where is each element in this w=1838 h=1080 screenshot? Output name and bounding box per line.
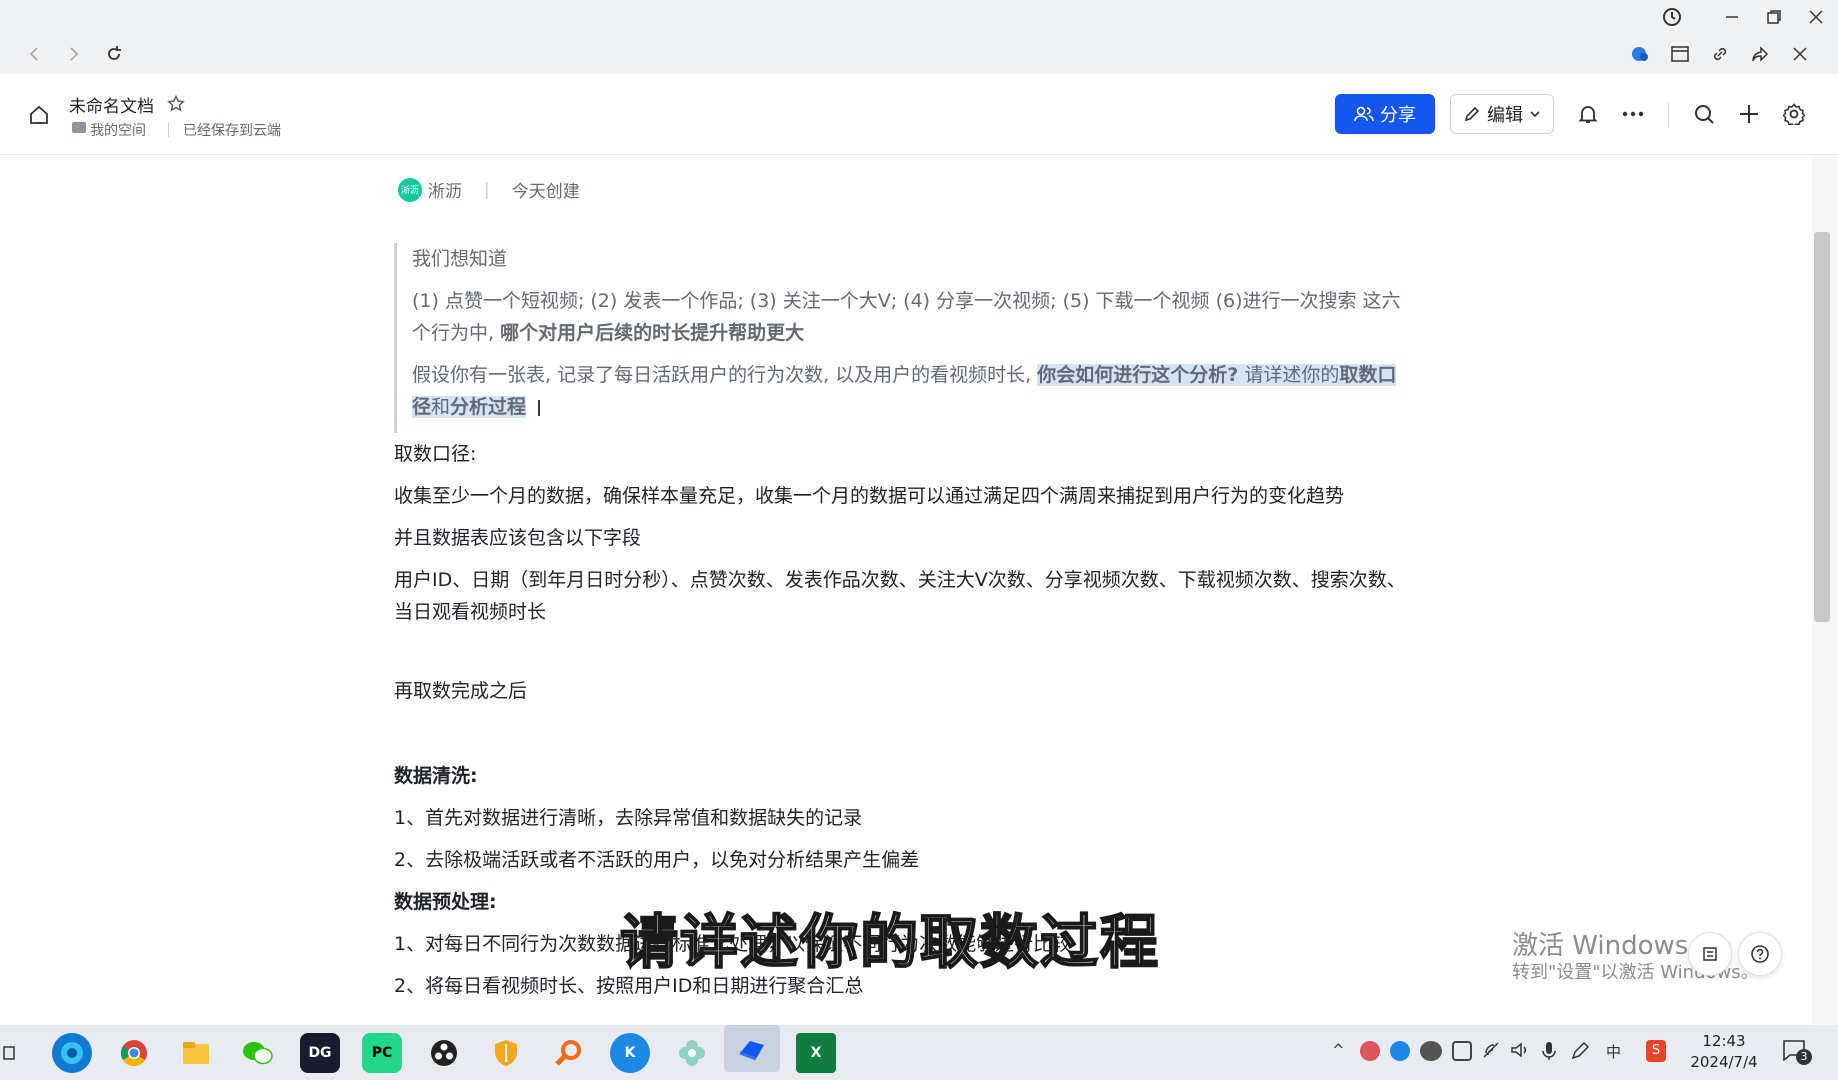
author-name[interactable]: 淅沥 [428,177,462,202]
minimize-icon[interactable] [1716,4,1748,30]
window-icon[interactable] [1666,40,1694,68]
reload-icon[interactable] [100,40,128,68]
save-status: 已经保存到云端 [183,123,281,139]
outline-icon[interactable] [1688,932,1732,976]
history-icon[interactable] [1656,4,1688,30]
tray-k-icon[interactable] [1390,1041,1410,1061]
clock-time: 12:43 [1702,1032,1746,1050]
chevron-down-icon [1530,111,1540,118]
divider [1668,102,1669,128]
clock-date: 2024/7/4 [1690,1053,1758,1071]
close-icon[interactable] [1800,4,1832,30]
k-app-icon[interactable]: K [610,1033,650,1073]
help-icon[interactable] [1738,932,1782,976]
paragraph[interactable]: 1、首先对数据进行清晰，去除异常值和数据缺失的记录 [394,802,1414,834]
volume-icon[interactable] [1510,1041,1530,1063]
pen-icon[interactable] [1570,1041,1590,1065]
chevron-up-icon[interactable]: ^ [1332,1041,1345,1059]
quote-line-1: 我们想知道 [412,248,508,270]
tray-app-icon[interactable] [1360,1041,1380,1061]
home-icon[interactable] [24,100,54,130]
copilot-icon[interactable] [1626,40,1654,68]
task-view-icon[interactable] [0,1033,20,1073]
system-clock[interactable]: 12:43 2024/7/4 [1690,1031,1758,1073]
nav-bar [0,34,1838,74]
created-label: 今天创建 [511,182,580,202]
file-explorer-icon[interactable] [176,1033,216,1073]
edit-label: 编辑 [1487,105,1523,126]
title-bar [0,0,1838,34]
back-icon[interactable] [20,40,48,68]
settings-icon[interactable] [1776,96,1812,132]
scrollbar-thumb[interactable] [1814,232,1830,622]
pycharm-icon[interactable]: PC [362,1033,402,1073]
chrome-icon[interactable] [114,1033,154,1073]
shield-app-icon[interactable] [486,1033,526,1073]
document-title[interactable]: 未命名文档 [69,92,154,117]
flower-app-icon[interactable] [672,1033,712,1073]
more-icon[interactable] [1615,96,1651,132]
video-subtitle: 请详述你的取数过程 [619,907,1161,977]
notification-icon[interactable]: 3 [1782,1039,1812,1065]
edit-button[interactable]: 编辑 [1450,94,1554,134]
paragraph[interactable]: 并且数据表应该包含以下字段 [394,522,1414,554]
section-heading[interactable]: 数据清洗: [394,760,1414,792]
star-icon[interactable] [164,92,188,116]
paragraph[interactable]: 再取数完成之后 [394,675,1414,707]
document-header: 未命名文档 我的空间 已经保存到云端 分享 编辑 [0,74,1838,155]
close-tab-icon[interactable] [1786,40,1814,68]
feishu-icon[interactable] [724,1025,780,1072]
davinci-icon[interactable] [424,1033,464,1073]
paragraph[interactable]: 取数口径: [394,438,1414,470]
plus-icon[interactable] [1731,96,1767,132]
quote-line-2: (1) 点赞一个短视频; (2) 发表一个作品; (3) 关注一个大V; (4)… [412,290,1401,344]
bell-icon[interactable] [1570,96,1606,132]
text-cursor-icon [538,399,541,416]
sogou-icon[interactable]: S [1646,1040,1666,1062]
avatar[interactable]: 淅沥 [398,177,422,202]
edge-icon[interactable] [52,1033,92,1073]
search-icon[interactable] [1686,96,1722,132]
paragraph[interactable]: 2、去除极端活跃或者不活跃的用户，以免对分析结果产生偏差 [394,844,1414,876]
folder-icon [72,122,86,133]
wifi-icon[interactable] [1482,1041,1502,1063]
doc-meta: 淅沥 淅沥 | 今天创建 [398,177,580,202]
notification-badge: 3 [1796,1049,1812,1065]
microphone-icon[interactable] [1542,1041,1556,1065]
share-button[interactable]: 分享 [1335,94,1435,134]
forward-share-icon[interactable] [1746,40,1774,68]
link-icon[interactable] [1706,40,1734,68]
taskbar: DG PC K X ^ 中 S 12:43 2024/7/4 3 [0,1025,1838,1080]
divider [168,123,169,137]
breadcrumb[interactable]: 我的空间 [90,120,146,140]
users-icon [1354,106,1374,122]
search-tool-icon[interactable] [548,1033,588,1073]
quote-block[interactable]: 我们想知道 (1) 点赞一个短视频; (2) 发表一个作品; (3) 关注一个大… [394,243,1414,433]
forward-icon[interactable] [60,40,88,68]
datagrip-icon[interactable]: DG [300,1033,340,1073]
meta-divider: | [484,179,490,200]
activation-watermark: 激活 Windows [1512,931,1689,961]
tray-wechat-icon[interactable] [1420,1041,1442,1061]
share-label: 分享 [1380,105,1416,126]
ime-indicator[interactable]: 中 [1606,1041,1621,1062]
restore-icon[interactable] [1758,4,1790,30]
paragraph[interactable]: 收集至少一个月的数据，确保样本量充足，收集一个月的数据可以通过满足四个满周来捕捉… [394,480,1414,512]
quote-line-3: 假设你有一张表, 记录了每日活跃用户的行为次数, 以及用户的看视频时长, 你会如… [412,364,1397,418]
pencil-icon [1464,106,1480,122]
wechat-icon[interactable] [238,1033,278,1073]
paragraph[interactable]: 用户ID、日期（到年月日时分秒）、点赞次数、发表作品次数、关注大V次数、分享视频… [394,564,1414,628]
excel-icon[interactable]: X [796,1033,836,1073]
tray-camera-icon[interactable] [1452,1041,1472,1061]
